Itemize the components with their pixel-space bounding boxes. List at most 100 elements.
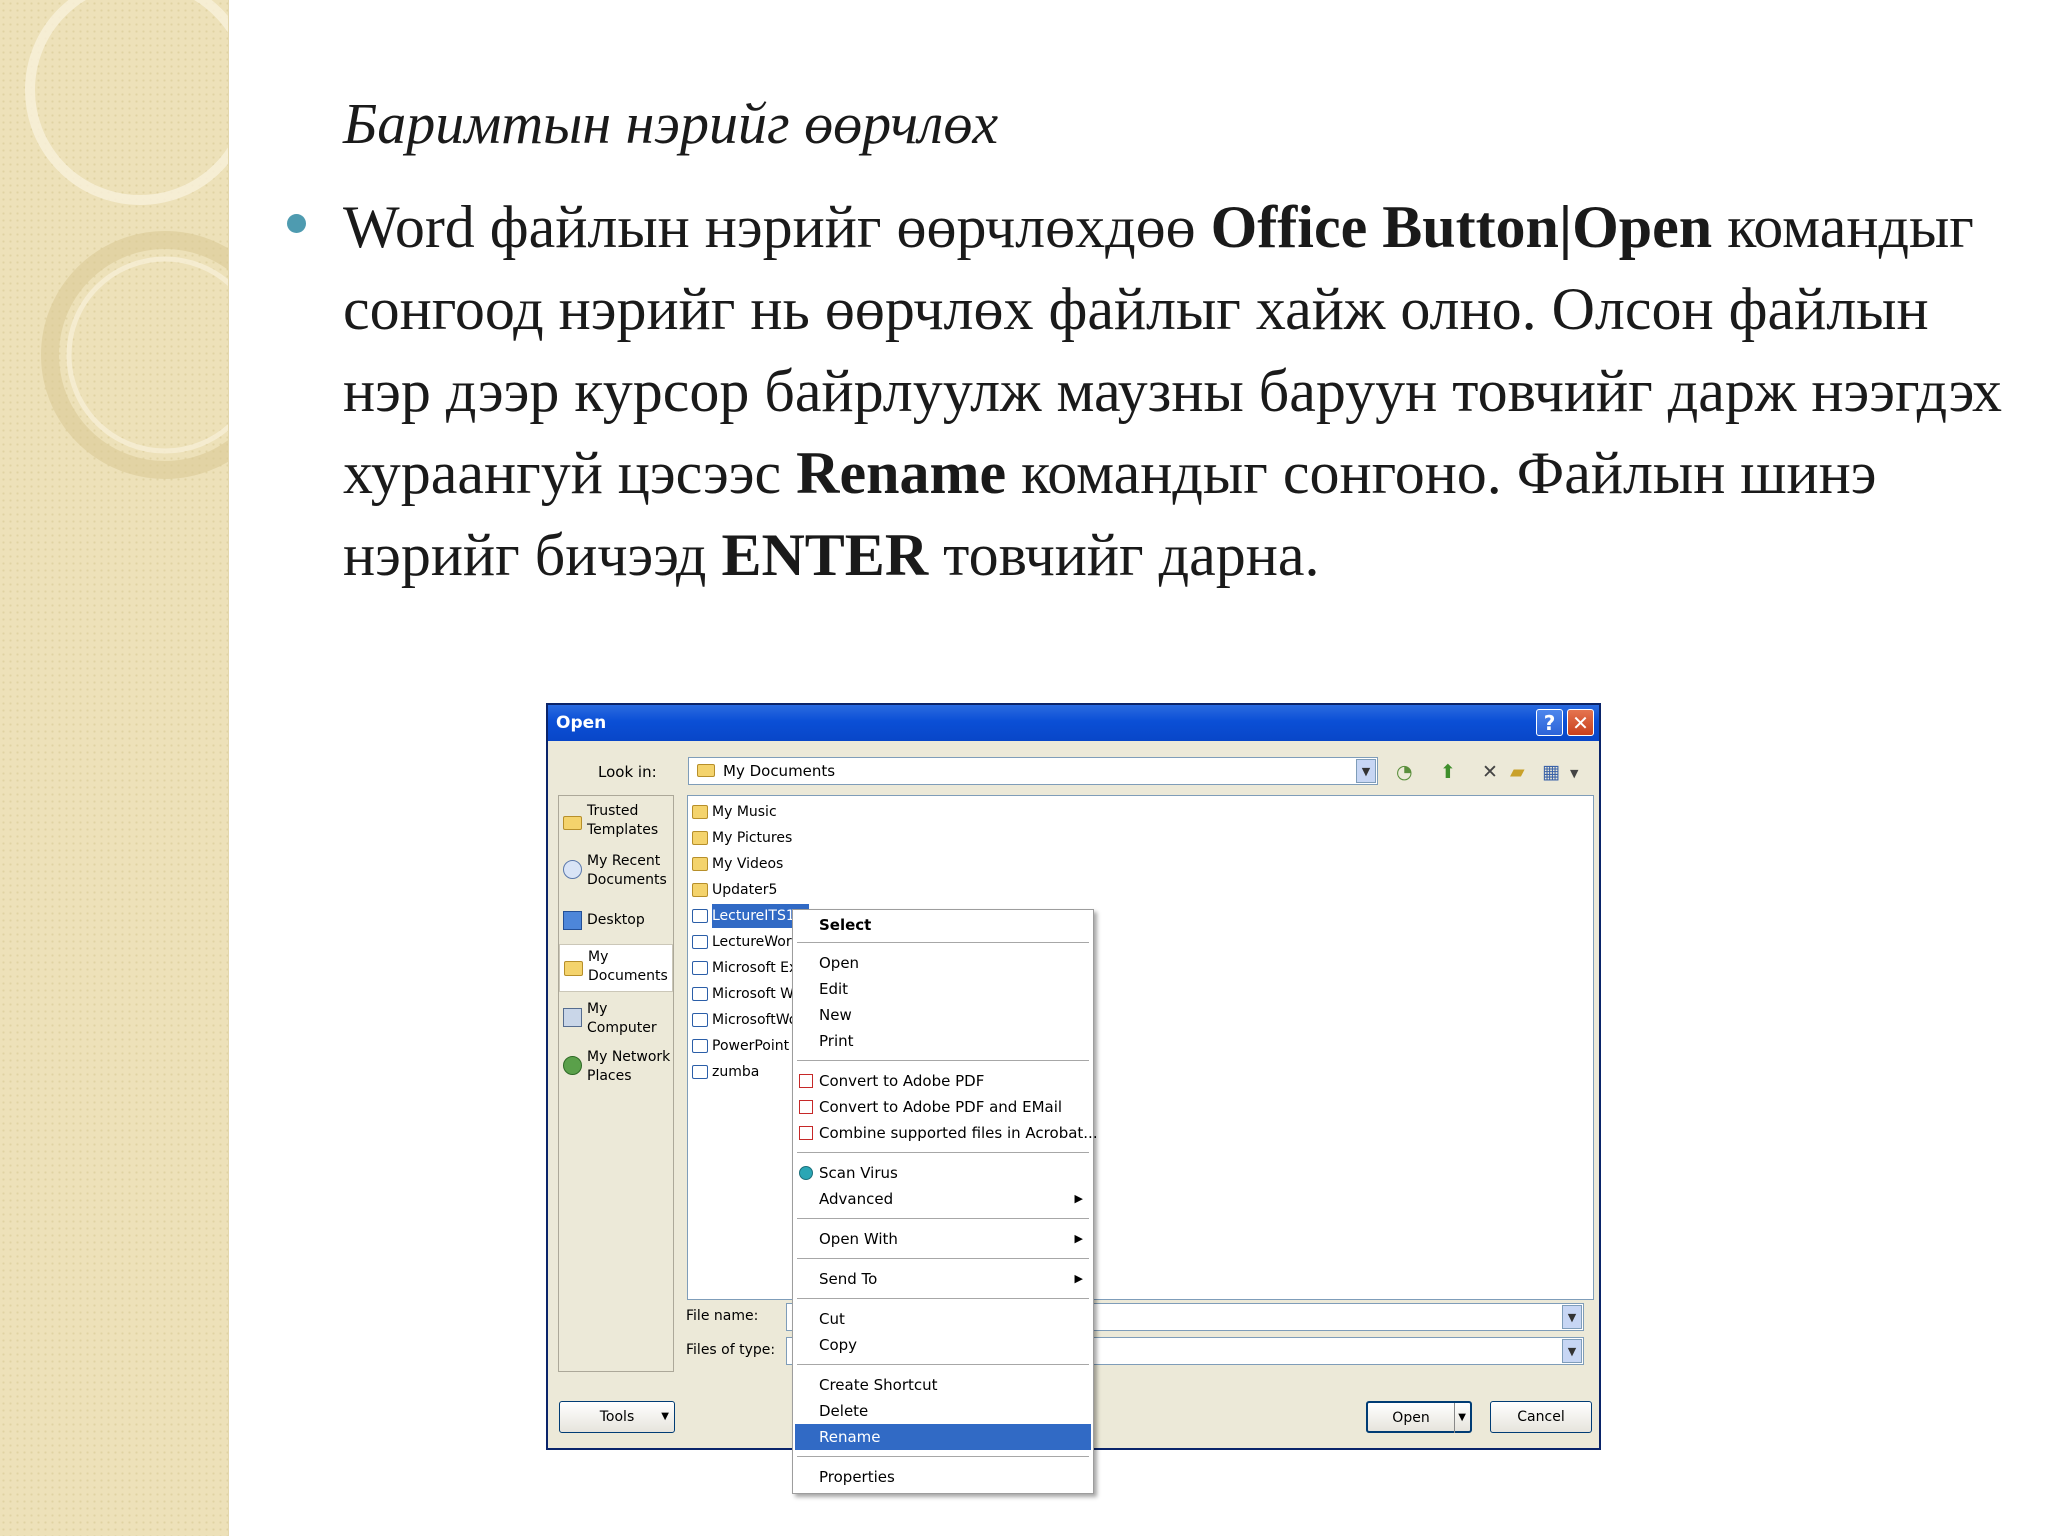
help-button[interactable]: ? bbox=[1536, 709, 1563, 736]
menu-separator bbox=[797, 1152, 1089, 1153]
menu-item-create-shortcut[interactable]: Create Shortcut bbox=[795, 1372, 1091, 1398]
look-in-label: Look in: bbox=[598, 763, 657, 781]
computer-icon bbox=[563, 1008, 582, 1027]
files-of-type-label: Files of type: bbox=[686, 1342, 776, 1358]
word-document-icon bbox=[692, 987, 708, 1001]
views-chevron-icon[interactable]: ▼ bbox=[1570, 767, 1578, 780]
word-document-icon bbox=[692, 1039, 708, 1053]
menu-separator bbox=[797, 1218, 1089, 1219]
menu-separator bbox=[797, 1456, 1089, 1457]
folder-icon bbox=[692, 805, 708, 819]
up-folder-icon[interactable]: ⬆ bbox=[1440, 761, 1456, 783]
menu-separator bbox=[797, 1060, 1089, 1061]
menu-separator bbox=[797, 942, 1089, 943]
chevron-down-icon[interactable]: ▼ bbox=[1562, 1305, 1582, 1329]
menu-item-properties[interactable]: Properties bbox=[795, 1464, 1091, 1490]
place-label: Places bbox=[587, 1068, 632, 1084]
tools-label: Tools bbox=[599, 1409, 635, 1425]
place-label: My Recent bbox=[587, 853, 661, 869]
menu-item-open-with[interactable]: Open With ▶ bbox=[795, 1226, 1091, 1252]
places-bar: Trusted Templates My Recent Documents Desk… bbox=[558, 795, 674, 1372]
new-folder-icon[interactable]: ▰ bbox=[1510, 761, 1525, 783]
word-document-icon bbox=[692, 909, 708, 923]
look-in-value: My Documents bbox=[723, 762, 836, 780]
place-label: Computer bbox=[587, 1020, 657, 1036]
menu-item-print[interactable]: Print bbox=[795, 1028, 1091, 1054]
chevron-down-icon[interactable]: ▼ bbox=[1454, 1403, 1466, 1433]
open-label: Open bbox=[1392, 1410, 1430, 1426]
place-label: Documents bbox=[587, 872, 667, 888]
menu-item-select[interactable]: Select bbox=[795, 912, 1091, 938]
menu-item-rename[interactable]: Rename bbox=[795, 1424, 1091, 1450]
my-documents-icon bbox=[564, 961, 583, 976]
menu-separator bbox=[797, 1298, 1089, 1299]
bullet-bold-rename: Rename bbox=[796, 440, 1007, 506]
context-menu: Select Open Edit New Print Convert to Ad… bbox=[792, 909, 1098, 1494]
menu-item-new[interactable]: New bbox=[795, 1002, 1091, 1028]
place-label: Desktop bbox=[587, 912, 645, 928]
bullet-icon bbox=[287, 214, 306, 233]
bullet-text: Word файлын нэрийг өөрчлөхдөө Office But… bbox=[343, 186, 2023, 596]
chevron-down-icon[interactable]: ▼ bbox=[1562, 1339, 1582, 1363]
menu-item-send-to[interactable]: Send To ▶ bbox=[795, 1266, 1091, 1292]
place-my-recent-documents[interactable]: My Recent Documents bbox=[559, 852, 673, 894]
open-button[interactable]: Open ▼ bbox=[1366, 1401, 1472, 1433]
bullet-bold-enter: ENTER bbox=[721, 522, 929, 588]
tools-button[interactable]: Tools ▼ bbox=[559, 1401, 675, 1433]
submenu-arrow-icon: ▶ bbox=[1074, 1192, 1083, 1205]
submenu-arrow-icon: ▶ bbox=[1074, 1272, 1083, 1285]
dialog-title: Open bbox=[556, 713, 607, 733]
menu-separator bbox=[797, 1258, 1089, 1259]
place-label: My bbox=[588, 949, 609, 965]
folder-icon bbox=[692, 831, 708, 845]
antivirus-icon bbox=[799, 1166, 813, 1180]
menu-item-copy[interactable]: Copy bbox=[795, 1332, 1091, 1358]
folder-icon bbox=[692, 883, 708, 897]
place-desktop[interactable]: Desktop bbox=[559, 908, 673, 934]
place-label: My Network bbox=[587, 1049, 671, 1065]
bullet-text-part: Word файлын нэрийг өөрчлөхдөө bbox=[343, 194, 1211, 260]
delete-icon[interactable]: ✕ bbox=[1482, 761, 1498, 783]
menu-item-combine-acrobat[interactable]: Combine supported files in Acrobat... bbox=[795, 1120, 1098, 1146]
back-icon[interactable]: ◔ bbox=[1396, 761, 1413, 783]
word-document-icon bbox=[692, 1013, 708, 1027]
network-icon bbox=[563, 1056, 582, 1075]
look-in-dropdown[interactable]: My Documents ▼ bbox=[688, 757, 1378, 785]
menu-item-convert-pdf[interactable]: Convert to Adobe PDF bbox=[795, 1068, 1091, 1094]
menu-item-edit[interactable]: Edit bbox=[795, 976, 1091, 1002]
chevron-down-icon[interactable]: ▼ bbox=[1356, 759, 1376, 783]
chevron-down-icon: ▼ bbox=[661, 1411, 669, 1422]
cancel-button[interactable]: Cancel bbox=[1490, 1401, 1592, 1433]
word-document-icon bbox=[692, 961, 708, 975]
place-label: Trusted bbox=[587, 803, 639, 819]
place-my-documents[interactable]: My Documents bbox=[559, 944, 673, 992]
word-document-icon bbox=[692, 1065, 708, 1079]
place-label: Documents bbox=[588, 968, 668, 984]
place-trusted-templates[interactable]: Trusted Templates bbox=[559, 802, 673, 844]
dialog-titlebar[interactable]: Open ? ✕ bbox=[548, 705, 1599, 741]
menu-item-open[interactable]: Open bbox=[795, 950, 1091, 976]
desktop-icon bbox=[563, 911, 582, 930]
menu-item-delete[interactable]: Delete bbox=[795, 1398, 1091, 1424]
word-document-icon bbox=[692, 935, 708, 949]
bullet-bold-office-button: Office Button|Open bbox=[1210, 194, 1713, 260]
submenu-arrow-icon: ▶ bbox=[1074, 1232, 1083, 1245]
bullet-text-part: товчийг дарна. bbox=[928, 522, 1320, 588]
menu-item-convert-pdf-email[interactable]: Convert to Adobe PDF and EMail bbox=[795, 1094, 1091, 1120]
menu-item-advanced[interactable]: Advanced ▶ bbox=[795, 1186, 1091, 1212]
place-my-computer[interactable]: My Computer bbox=[559, 1000, 673, 1042]
menu-item-scan-virus[interactable]: Scan Virus bbox=[795, 1160, 1091, 1186]
close-button[interactable]: ✕ bbox=[1567, 709, 1594, 736]
acrobat-combine-icon bbox=[799, 1126, 813, 1140]
decorative-sidebar bbox=[0, 0, 229, 1536]
place-label: My bbox=[587, 1001, 608, 1017]
folder-icon bbox=[563, 816, 582, 830]
menu-item-cut[interactable]: Cut bbox=[795, 1306, 1091, 1332]
place-label: Templates bbox=[587, 822, 659, 838]
views-icon[interactable]: ▦ bbox=[1542, 761, 1560, 783]
recent-documents-icon bbox=[563, 860, 582, 879]
slide-title: Баримтын нэрийг өөрчлөх bbox=[343, 91, 999, 156]
pdf-email-icon bbox=[799, 1100, 813, 1114]
folder-icon bbox=[692, 857, 708, 871]
place-my-network-places[interactable]: My Network Places bbox=[559, 1048, 673, 1090]
